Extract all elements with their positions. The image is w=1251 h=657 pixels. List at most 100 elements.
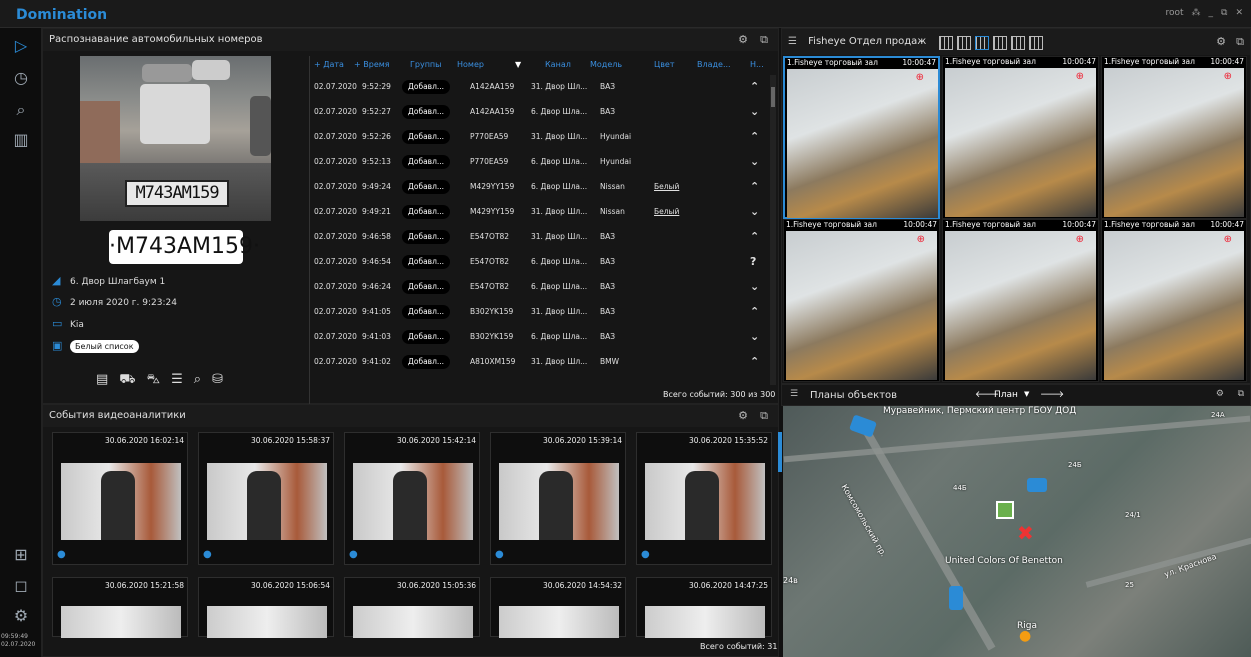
table-row[interactable]: 02.07.2020 9:41:05 Добавл... B302YK159 31. Д… bbox=[310, 299, 770, 324]
list-search-icon[interactable]: ⌕ bbox=[194, 372, 201, 389]
video-event-thumb[interactable]: 30.06.2020 15:35:52 ● bbox=[636, 432, 772, 565]
row-arrow[interactable]: ⌄ bbox=[750, 199, 759, 224]
table-row[interactable]: 02.07.2020 9:49:21 Добавл... M429YY159 31. Д… bbox=[310, 199, 770, 224]
col-n[interactable]: Н... bbox=[750, 56, 764, 74]
video-event-thumb[interactable]: 30.06.2020 15:06:54 bbox=[198, 577, 334, 638]
table-scrollbar[interactable] bbox=[770, 75, 776, 385]
dropdown-icon[interactable]: ▼ bbox=[1024, 390, 1029, 398]
search-icon[interactable]: ⌕ bbox=[11, 100, 31, 120]
table-row[interactable]: 02.07.2020 9:41:02 Добавл... A810XM159 31. Д… bbox=[310, 349, 770, 374]
layout-1-icon[interactable] bbox=[939, 36, 953, 50]
video-event-thumb[interactable]: 30.06.2020 15:42:14 ● bbox=[344, 432, 480, 565]
play-icon[interactable]: ▷ bbox=[11, 36, 31, 56]
expand-icon[interactable]: ⧉ bbox=[760, 29, 768, 51]
layout-2-icon[interactable] bbox=[957, 36, 971, 50]
table-row[interactable]: 02.07.2020 9:52:29 Добавл... A142AA159 31. Д… bbox=[310, 74, 770, 99]
video-event-thumb[interactable]: 30.06.2020 16:02:14 ● bbox=[52, 432, 188, 565]
alarm-marker-icon[interactable]: ✖ bbox=[1017, 521, 1034, 545]
layout-4-icon[interactable] bbox=[993, 36, 1007, 50]
row-arrow[interactable]: ⌃ bbox=[750, 74, 759, 99]
layout-5-icon[interactable] bbox=[1011, 36, 1025, 50]
row-arrow[interactable]: ⌄ bbox=[750, 324, 759, 349]
gear-icon[interactable]: ⚙ bbox=[738, 405, 748, 427]
minimize-icon[interactable]: _ bbox=[1209, 8, 1214, 18]
next-plan-icon[interactable]: 🡒 bbox=[1040, 389, 1064, 400]
film-icon[interactable]: ▤ bbox=[96, 372, 108, 389]
col-owner[interactable]: Владе... bbox=[697, 56, 731, 74]
menu-icon[interactable]: ☰ bbox=[788, 36, 797, 47]
close-icon[interactable]: ✕ bbox=[1235, 8, 1243, 18]
layouts-icon[interactable]: ⊞ bbox=[11, 545, 31, 565]
zoom-icon[interactable]: ⊕ bbox=[1076, 234, 1084, 245]
table-row[interactable]: 02.07.2020 9:46:54 Добавл... E547OT82 6. Дво… bbox=[310, 249, 770, 274]
row-arrow[interactable]: ⌄ bbox=[750, 99, 759, 124]
video-event-thumb[interactable]: 30.06.2020 15:05:36 bbox=[344, 577, 480, 638]
zoom-icon[interactable]: ⊕ bbox=[1224, 71, 1232, 82]
table-row[interactable]: 02.07.2020 9:52:26 Добавл... P770EA59 31. Дв… bbox=[310, 124, 770, 149]
zoom-icon[interactable]: ⊕ bbox=[1224, 234, 1232, 245]
zoom-icon[interactable]: ⊕ bbox=[916, 72, 924, 83]
col-channel[interactable]: Канал bbox=[545, 56, 571, 74]
table-row[interactable]: 02.07.2020 9:46:24 Добавл... E547OT82 6. Дво… bbox=[310, 274, 770, 299]
col-color[interactable]: Цвет bbox=[654, 56, 675, 74]
database-search-icon[interactable]: ⛁ bbox=[212, 372, 223, 389]
camera-marker-icon[interactable] bbox=[848, 414, 878, 438]
col-groups[interactable]: Группы bbox=[410, 56, 441, 74]
row-arrow[interactable]: ⌄ bbox=[750, 274, 759, 299]
expand-icon[interactable]: ⧉ bbox=[760, 405, 768, 427]
col-number[interactable]: Номер bbox=[457, 56, 484, 74]
car-edit-icon[interactable]: ⛟ bbox=[119, 372, 135, 389]
network-icon[interactable]: ⁂ bbox=[1192, 8, 1201, 18]
video-event-thumb[interactable]: 30.06.2020 14:47:25 bbox=[636, 577, 772, 638]
row-arrow[interactable]: ⌃ bbox=[750, 224, 759, 249]
col-date[interactable]: + Дата bbox=[314, 56, 344, 74]
filter-icon[interactable]: ▼ bbox=[515, 56, 521, 74]
col-model[interactable]: Модель bbox=[590, 56, 622, 74]
gear-icon[interactable]: ⚙ bbox=[1216, 29, 1226, 55]
video-event-thumb[interactable]: 30.06.2020 15:21:58 bbox=[52, 577, 188, 638]
row-arrow[interactable]: ? bbox=[750, 249, 756, 274]
row-arrow[interactable]: ⌃ bbox=[750, 124, 759, 149]
layout-6-icon[interactable] bbox=[1029, 36, 1043, 50]
history-icon[interactable]: ◷ bbox=[11, 68, 31, 88]
col-time[interactable]: + Время bbox=[354, 56, 390, 74]
row-arrow[interactable]: ⌃ bbox=[750, 299, 759, 324]
object-map[interactable]: Муравейник, Пермский центр ГБОУ ДОД Unit… bbox=[783, 406, 1251, 657]
gear-icon[interactable]: ⚙ bbox=[738, 29, 748, 51]
table-row[interactable]: 02.07.2020 9:52:27 Добавл... A142AA159 6. Дв… bbox=[310, 99, 770, 124]
camera-tile[interactable]: 1.Fisheye торговый зал 10:00:47 ⊕ bbox=[783, 219, 940, 382]
zoom-icon[interactable]: ⊕ bbox=[917, 234, 925, 245]
video-event-thumb[interactable]: 30.06.2020 15:39:14 ● bbox=[490, 432, 626, 565]
analytics-icon[interactable]: ▥ bbox=[11, 130, 31, 150]
expand-icon[interactable]: ⧉ bbox=[1236, 29, 1244, 55]
camera-tile[interactable]: 1.Fisheye торговый зал 10:00:47 ⊕ bbox=[942, 219, 1099, 382]
row-arrow[interactable]: ⌃ bbox=[750, 174, 759, 199]
row-arrow[interactable]: ⌃ bbox=[750, 349, 759, 374]
table-row[interactable]: 02.07.2020 9:46:58 Добавл... E547OT82 31. Дв… bbox=[310, 224, 770, 249]
car-add-icon[interactable]: ⛍ bbox=[147, 372, 160, 389]
table-row[interactable]: 02.07.2020 9:49:24 Добавл... M429YY159 6. Дв… bbox=[310, 174, 770, 199]
settings-icon[interactable]: ⚙ bbox=[11, 606, 31, 626]
zoom-icon[interactable]: ⊕ bbox=[1076, 71, 1084, 82]
camera-tile[interactable]: 1.Fisheye торговый зал 10:00:47 ⊕ bbox=[783, 56, 940, 219]
video-scrollbar[interactable] bbox=[778, 432, 782, 472]
plan-select[interactable]: План bbox=[994, 390, 1018, 400]
gear-icon[interactable]: ⚙ bbox=[1216, 389, 1224, 399]
table-row[interactable]: 02.07.2020 9:41:03 Добавл... B302YK159 6. Дв… bbox=[310, 324, 770, 349]
camera-tile[interactable]: 1.Fisheye торговый зал 10:00:47 ⊕ bbox=[1101, 219, 1247, 382]
layout-3-icon[interactable] bbox=[975, 36, 989, 50]
camera-tile[interactable]: 1.Fisheye торговый зал 10:00:47 ⊕ bbox=[1101, 56, 1247, 219]
camera-marker-icon[interactable] bbox=[949, 586, 963, 610]
video-event-thumb[interactable]: 30.06.2020 15:58:37 ● bbox=[198, 432, 334, 565]
message-icon[interactable]: ◻ bbox=[11, 576, 31, 596]
expand-icon[interactable]: ⧉ bbox=[1238, 389, 1244, 399]
menu-icon[interactable]: ☰ bbox=[790, 389, 798, 399]
restore-icon[interactable]: ⧉ bbox=[1221, 8, 1227, 18]
camera-marker-icon[interactable] bbox=[1027, 478, 1047, 492]
video-event-thumb[interactable]: 30.06.2020 14:54:32 bbox=[490, 577, 626, 638]
user-name[interactable]: root bbox=[1165, 8, 1183, 18]
list-add-icon[interactable]: ☰ bbox=[171, 372, 183, 389]
table-row[interactable]: 02.07.2020 9:52:13 Добавл... P770EA59 6. Дво… bbox=[310, 149, 770, 174]
camera-tile[interactable]: 1.Fisheye торговый зал 10:00:47 ⊕ bbox=[942, 56, 1099, 219]
row-arrow[interactable]: ⌄ bbox=[750, 149, 759, 174]
